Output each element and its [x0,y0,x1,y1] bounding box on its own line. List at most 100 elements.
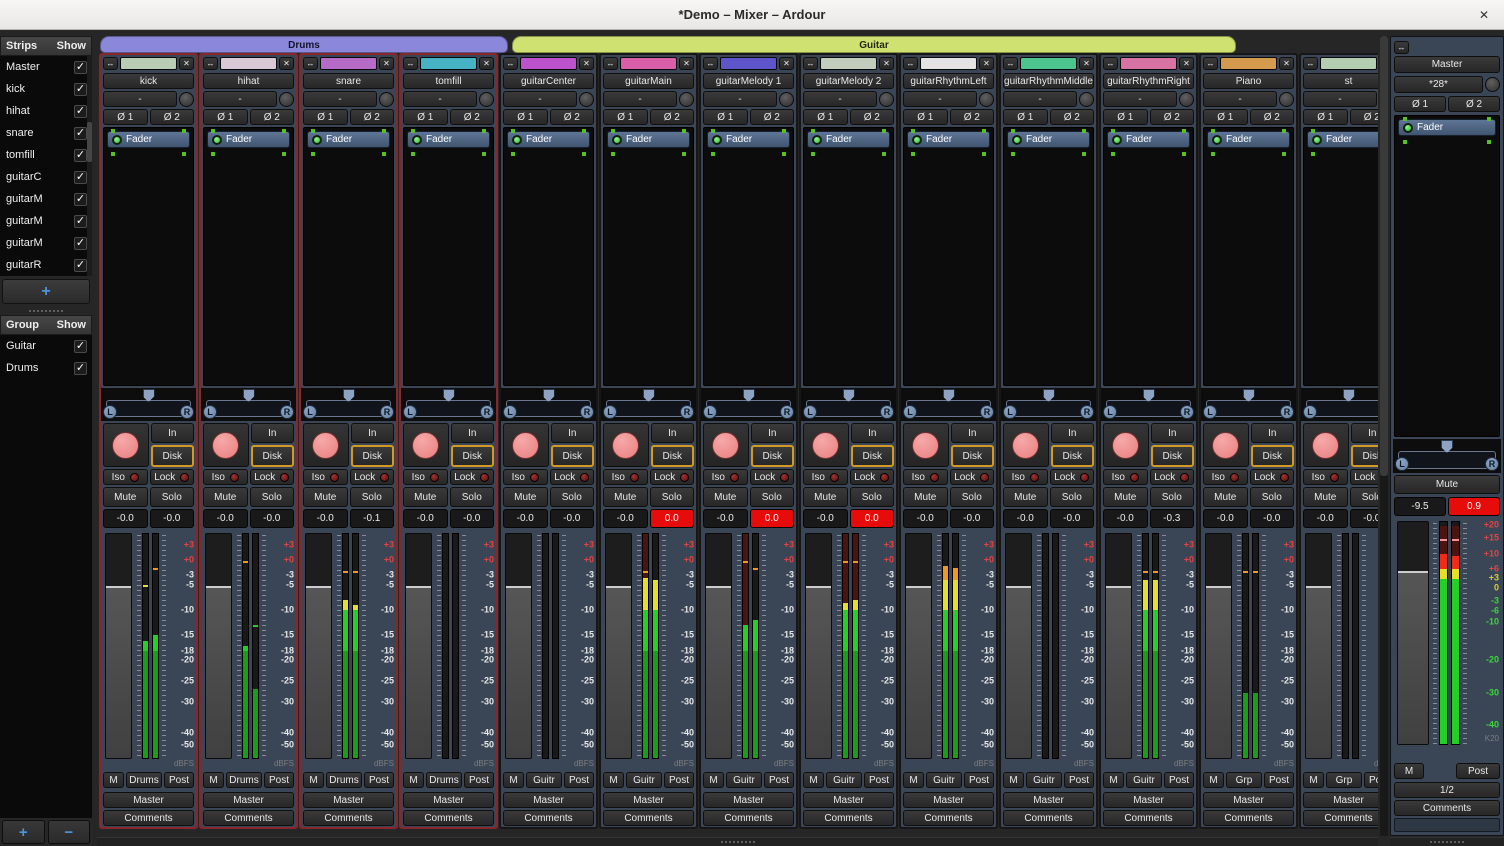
metering-point-button[interactable]: Post [1164,772,1194,788]
strip-visibility-checkbox[interactable]: ✓ [74,171,87,184]
channel-fader[interactable] [505,533,532,759]
gain-display[interactable]: -0.0 [703,509,748,528]
strip-visibility-checkbox[interactable]: ✓ [74,259,87,272]
comments-button[interactable]: Comments [1203,810,1294,826]
comments-button[interactable]: Comments [1003,810,1094,826]
processor-active-led[interactable] [812,135,822,145]
monitor-input-button[interactable]: In [251,423,295,443]
monitor-input-button[interactable]: In [751,423,795,443]
add-strip-button[interactable]: + [2,279,90,304]
metering-point-button[interactable]: Post [1364,772,1378,788]
metering-point-button[interactable]: Post [864,772,894,788]
pan-left-button[interactable]: L [1003,405,1017,419]
group-button[interactable]: Grp [1326,772,1362,788]
pan-right-button[interactable]: R [380,405,394,419]
strip-visibility-checkbox[interactable]: ✓ [74,237,87,250]
pan-right-button[interactable]: R [1080,405,1094,419]
processor-box[interactable]: Fader [1394,115,1500,437]
strip-close-button[interactable]: ✕ [979,57,994,70]
track-color-chip[interactable] [1120,57,1177,70]
group-button[interactable]: Drums [326,772,362,788]
solo-isolate-button[interactable]: Iso [103,469,148,485]
mute-button[interactable]: Mute [703,487,748,507]
monitor-input-button[interactable]: In [551,423,595,443]
solo-isolate-button[interactable]: Iso [1103,469,1148,485]
narrow-button[interactable]: M [503,772,524,788]
processor-box[interactable]: Fader [203,127,294,386]
narrow-button[interactable]: M [1203,772,1224,788]
group-button[interactable]: Drums [226,772,262,788]
sidebar-strip-row[interactable]: tomfill✓ [0,144,92,166]
phase-2-button[interactable]: Ø 2 [1150,109,1195,125]
comments-button[interactable]: Comments [103,810,194,826]
gain-display[interactable]: -0.0 [1203,509,1248,528]
remove-group-button[interactable]: − [48,820,91,844]
record-arm-button[interactable] [203,423,249,467]
solo-isolate-button[interactable]: Iso [803,469,848,485]
gain-display[interactable]: -0.0 [603,509,648,528]
metering-point-button[interactable]: Post [1456,763,1500,779]
pan-left-button[interactable]: L [603,405,617,419]
strip-name-button[interactable]: guitarRhythmMiddle [1003,73,1094,89]
group-visibility-checkbox[interactable]: ✓ [74,362,87,375]
trim-knob[interactable] [279,92,294,107]
trim-button[interactable]: - [1103,91,1177,107]
record-arm-button[interactable] [503,423,549,467]
peak-display[interactable]: -0.0 [950,509,995,528]
pan-widget[interactable]: LR [701,388,796,421]
peak-display[interactable]: -0.3 [1150,509,1195,528]
peak-display[interactable]: 0.9 [1448,497,1500,516]
fader-processor-button[interactable]: Fader [907,131,990,148]
fader-handle[interactable] [406,586,431,588]
strip-width-button[interactable]: ↔ [1394,41,1409,54]
solo-isolate-button[interactable]: Iso [503,469,548,485]
record-arm-button[interactable] [403,423,449,467]
channel-fader[interactable] [105,533,132,759]
track-color-chip[interactable] [220,57,277,70]
narrow-button[interactable]: M [1103,772,1124,788]
phase-1-button[interactable]: Ø 1 [1203,109,1248,125]
strip-close-button[interactable]: ✕ [779,57,794,70]
pan-widget[interactable]: LR [1101,388,1196,421]
strip-width-button[interactable]: ↔ [703,57,718,70]
output-button[interactable]: Master [703,792,794,808]
trim-button[interactable]: - [903,91,977,107]
monitor-disk-button[interactable]: Disk [351,445,395,467]
trim-button[interactable]: - [403,91,477,107]
narrow-button[interactable]: M [603,772,624,788]
monitor-disk-button[interactable]: Disk [1151,445,1195,467]
narrow-button[interactable]: M [803,772,824,788]
monitor-input-button[interactable]: In [151,423,195,443]
processor-box[interactable]: Fader [303,127,394,386]
strip-close-button[interactable]: ✕ [1179,57,1194,70]
output-button[interactable]: Master [303,792,394,808]
solo-button[interactable]: Solo [350,487,395,507]
narrow-button[interactable]: M [903,772,924,788]
peak-display[interactable]: -0.1 [350,509,395,528]
pan-left-button[interactable]: L [403,405,417,419]
strip-name-button[interactable]: Piano [1203,73,1294,89]
monitor-input-button[interactable]: In [1251,423,1295,443]
phase-2-button[interactable]: Ø 2 [1250,109,1295,125]
peak-display[interactable]: -0.0 [150,509,195,528]
phase-1-button[interactable]: Ø 1 [803,109,848,125]
pan-left-button[interactable]: L [103,405,117,419]
sidebar-splitter[interactable] [0,307,92,315]
processor-active-led[interactable] [112,135,122,145]
trim-button[interactable]: - [1003,91,1077,107]
group-button[interactable]: Guitr [1026,772,1062,788]
strip-visibility-checkbox[interactable]: ✓ [74,105,87,118]
peak-display[interactable]: 0.0 [750,509,795,528]
trim-knob[interactable] [979,92,994,107]
group-tab-guitar[interactable]: Guitar [512,36,1236,53]
phase-2-button[interactable]: Ø 2 [1050,109,1095,125]
sidebar-strip-row[interactable]: kick✓ [0,78,92,100]
fader-handle[interactable] [1106,586,1131,588]
fader-handle[interactable] [1006,586,1031,588]
processor-box[interactable]: Fader [803,127,894,386]
monitor-disk-button[interactable]: Disk [551,445,595,467]
processor-box[interactable]: Fader [503,127,594,386]
fader-lock-button[interactable]: Lock [150,469,195,485]
fader-lock-button[interactable]: Lock [1050,469,1095,485]
group-button[interactable]: Guitr [626,772,662,788]
